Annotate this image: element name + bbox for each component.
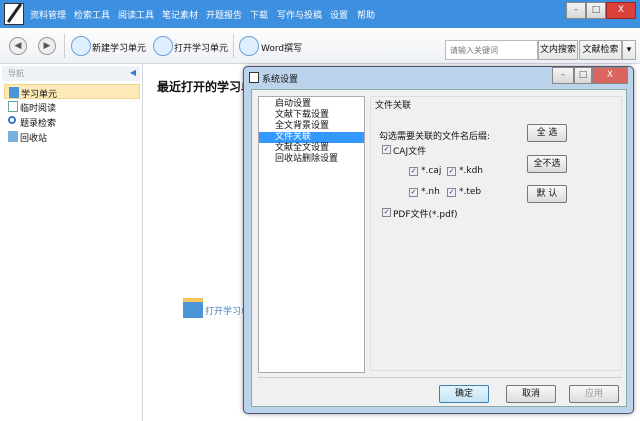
title-bar: 资料管理 检索工具 阅读工具 笔记素材 开题报告 下载 写作与投稿 设置 帮助 … <box>0 0 640 28</box>
search-dropdown-icon[interactable]: ▾ <box>622 40 636 60</box>
menu-notes[interactable]: 笔记素材 <box>162 8 198 21</box>
caj-checkbox[interactable]: ✓ <box>382 145 391 154</box>
dialog-minimize-button[interactable]: – <box>552 67 574 84</box>
sidebar: 导航 ◀ 学习单元 临时阅读 题录检索 回收站 <box>0 64 143 421</box>
ext-caj-label: *.caj <box>421 166 442 176</box>
menu-reading-tools[interactable]: 阅读工具 <box>118 8 154 21</box>
dialog-body: 启动设置 文献下载设置 全文背景设置 文件关联 文献全文设置 回收站删除设置 文… <box>251 89 627 407</box>
literature-search-button[interactable]: 文献检索 <box>579 40 622 60</box>
in-text-search-button[interactable]: 文内搜索 <box>538 40 578 60</box>
category-file-association[interactable]: 文件关联 <box>259 132 364 143</box>
sidebar-item-label: 临时阅读 <box>20 104 57 114</box>
sidebar-item-study-unit[interactable]: 学习单元 <box>4 84 140 100</box>
category-list: 启动设置 文献下载设置 全文背景设置 文件关联 文献全文设置 回收站删除设置 <box>258 96 365 373</box>
document-icon <box>8 101 18 112</box>
pdf-label: PDF文件(*.pdf) <box>393 210 458 220</box>
folder-icon <box>183 298 203 318</box>
prompt-label: 勾选需要关联的文件名后缀: <box>379 132 491 142</box>
dialog-icon <box>249 72 259 83</box>
default-button[interactable]: 默 认 <box>527 185 567 203</box>
ext-nh-label: *.nh <box>421 187 440 197</box>
category-recycle[interactable]: 回收站删除设置 <box>259 154 364 165</box>
cancel-button[interactable]: 取消 <box>506 385 556 403</box>
caj-label: CAJ文件 <box>393 147 427 157</box>
divider <box>64 34 65 58</box>
pdf-checkbox[interactable]: ✓ <box>382 208 391 217</box>
divider <box>258 377 622 378</box>
open-unit-button[interactable]: 打开学习单元 <box>174 41 228 54</box>
menu-download[interactable]: 下载 <box>250 8 268 21</box>
ok-button[interactable]: 确定 <box>439 385 489 403</box>
group-title: 文件关联 <box>375 101 412 111</box>
back-button[interactable]: ◀ <box>9 37 27 55</box>
app-logo-icon <box>4 3 24 25</box>
ext-kdh-label: *.kdh <box>459 166 483 176</box>
category-fulltext[interactable]: 文献全文设置 <box>259 143 364 154</box>
nav-header: 导航 ◀ <box>2 66 140 81</box>
minimize-button[interactable]: – <box>566 2 586 19</box>
sidebar-item-label: 题录检索 <box>20 119 57 129</box>
word-icon <box>239 36 259 56</box>
ext-teb-label: *.teb <box>459 187 482 197</box>
menu-settings[interactable]: 设置 <box>330 8 348 21</box>
menu-resource[interactable]: 资料管理 <box>30 8 66 21</box>
close-button[interactable]: X <box>606 2 636 19</box>
select-none-button[interactable]: 全不选 <box>527 155 567 173</box>
sidebar-item-label: 回收站 <box>20 134 48 144</box>
menu-search-tools[interactable]: 检索工具 <box>74 8 110 21</box>
trash-icon <box>8 131 18 142</box>
maximize-button[interactable]: □ <box>586 2 606 19</box>
ext-caj-checkbox[interactable]: ✓ <box>409 167 418 176</box>
select-all-button[interactable]: 全 选 <box>527 124 567 142</box>
search-icon <box>8 116 16 124</box>
ext-nh-checkbox[interactable]: ✓ <box>409 188 418 197</box>
new-unit-icon <box>71 36 91 56</box>
sidebar-item-recycle-bin[interactable]: 回收站 <box>4 129 140 144</box>
sidebar-item-search[interactable]: 题录检索 <box>4 114 140 129</box>
dialog-close-button[interactable]: X <box>592 67 628 84</box>
new-unit-button[interactable]: 新建学习单元 <box>92 41 146 54</box>
divider <box>233 34 234 58</box>
category-background[interactable]: 全文背景设置 <box>259 121 364 132</box>
study-unit-icon <box>9 87 19 98</box>
recent-units-title: 最近打开的学习单 <box>157 80 254 94</box>
search-input[interactable] <box>445 40 538 60</box>
open-unit-icon <box>153 36 173 56</box>
settings-dialog: 系统设置 – □ X 启动设置 文献下载设置 全文背景设置 文件关联 文献全文设… <box>243 66 634 414</box>
collapse-icon[interactable]: ◀ <box>130 68 136 77</box>
menu-writing[interactable]: 写作与投稿 <box>277 8 322 21</box>
category-startup[interactable]: 启动设置 <box>259 99 364 110</box>
category-download[interactable]: 文献下载设置 <box>259 110 364 121</box>
ext-teb-checkbox[interactable]: ✓ <box>447 188 456 197</box>
ext-kdh-checkbox[interactable]: ✓ <box>447 167 456 176</box>
menu-help[interactable]: 帮助 <box>357 8 375 21</box>
sidebar-item-temp-reading[interactable]: 临时阅读 <box>4 99 140 114</box>
forward-button[interactable]: ▶ <box>38 37 56 55</box>
dialog-maximize-button[interactable]: □ <box>574 67 592 84</box>
word-write-button[interactable]: Word撰写 <box>261 41 302 54</box>
apply-button[interactable]: 应用 <box>569 385 619 403</box>
nav-header-label: 导航 <box>8 69 24 78</box>
file-association-panel: 文件关联 勾选需要关联的文件名后缀: ✓ CAJ文件 ✓ *.caj ✓ *.k… <box>370 96 622 371</box>
dialog-title: 系统设置 <box>262 75 299 85</box>
menu-proposal[interactable]: 开题报告 <box>206 8 242 21</box>
